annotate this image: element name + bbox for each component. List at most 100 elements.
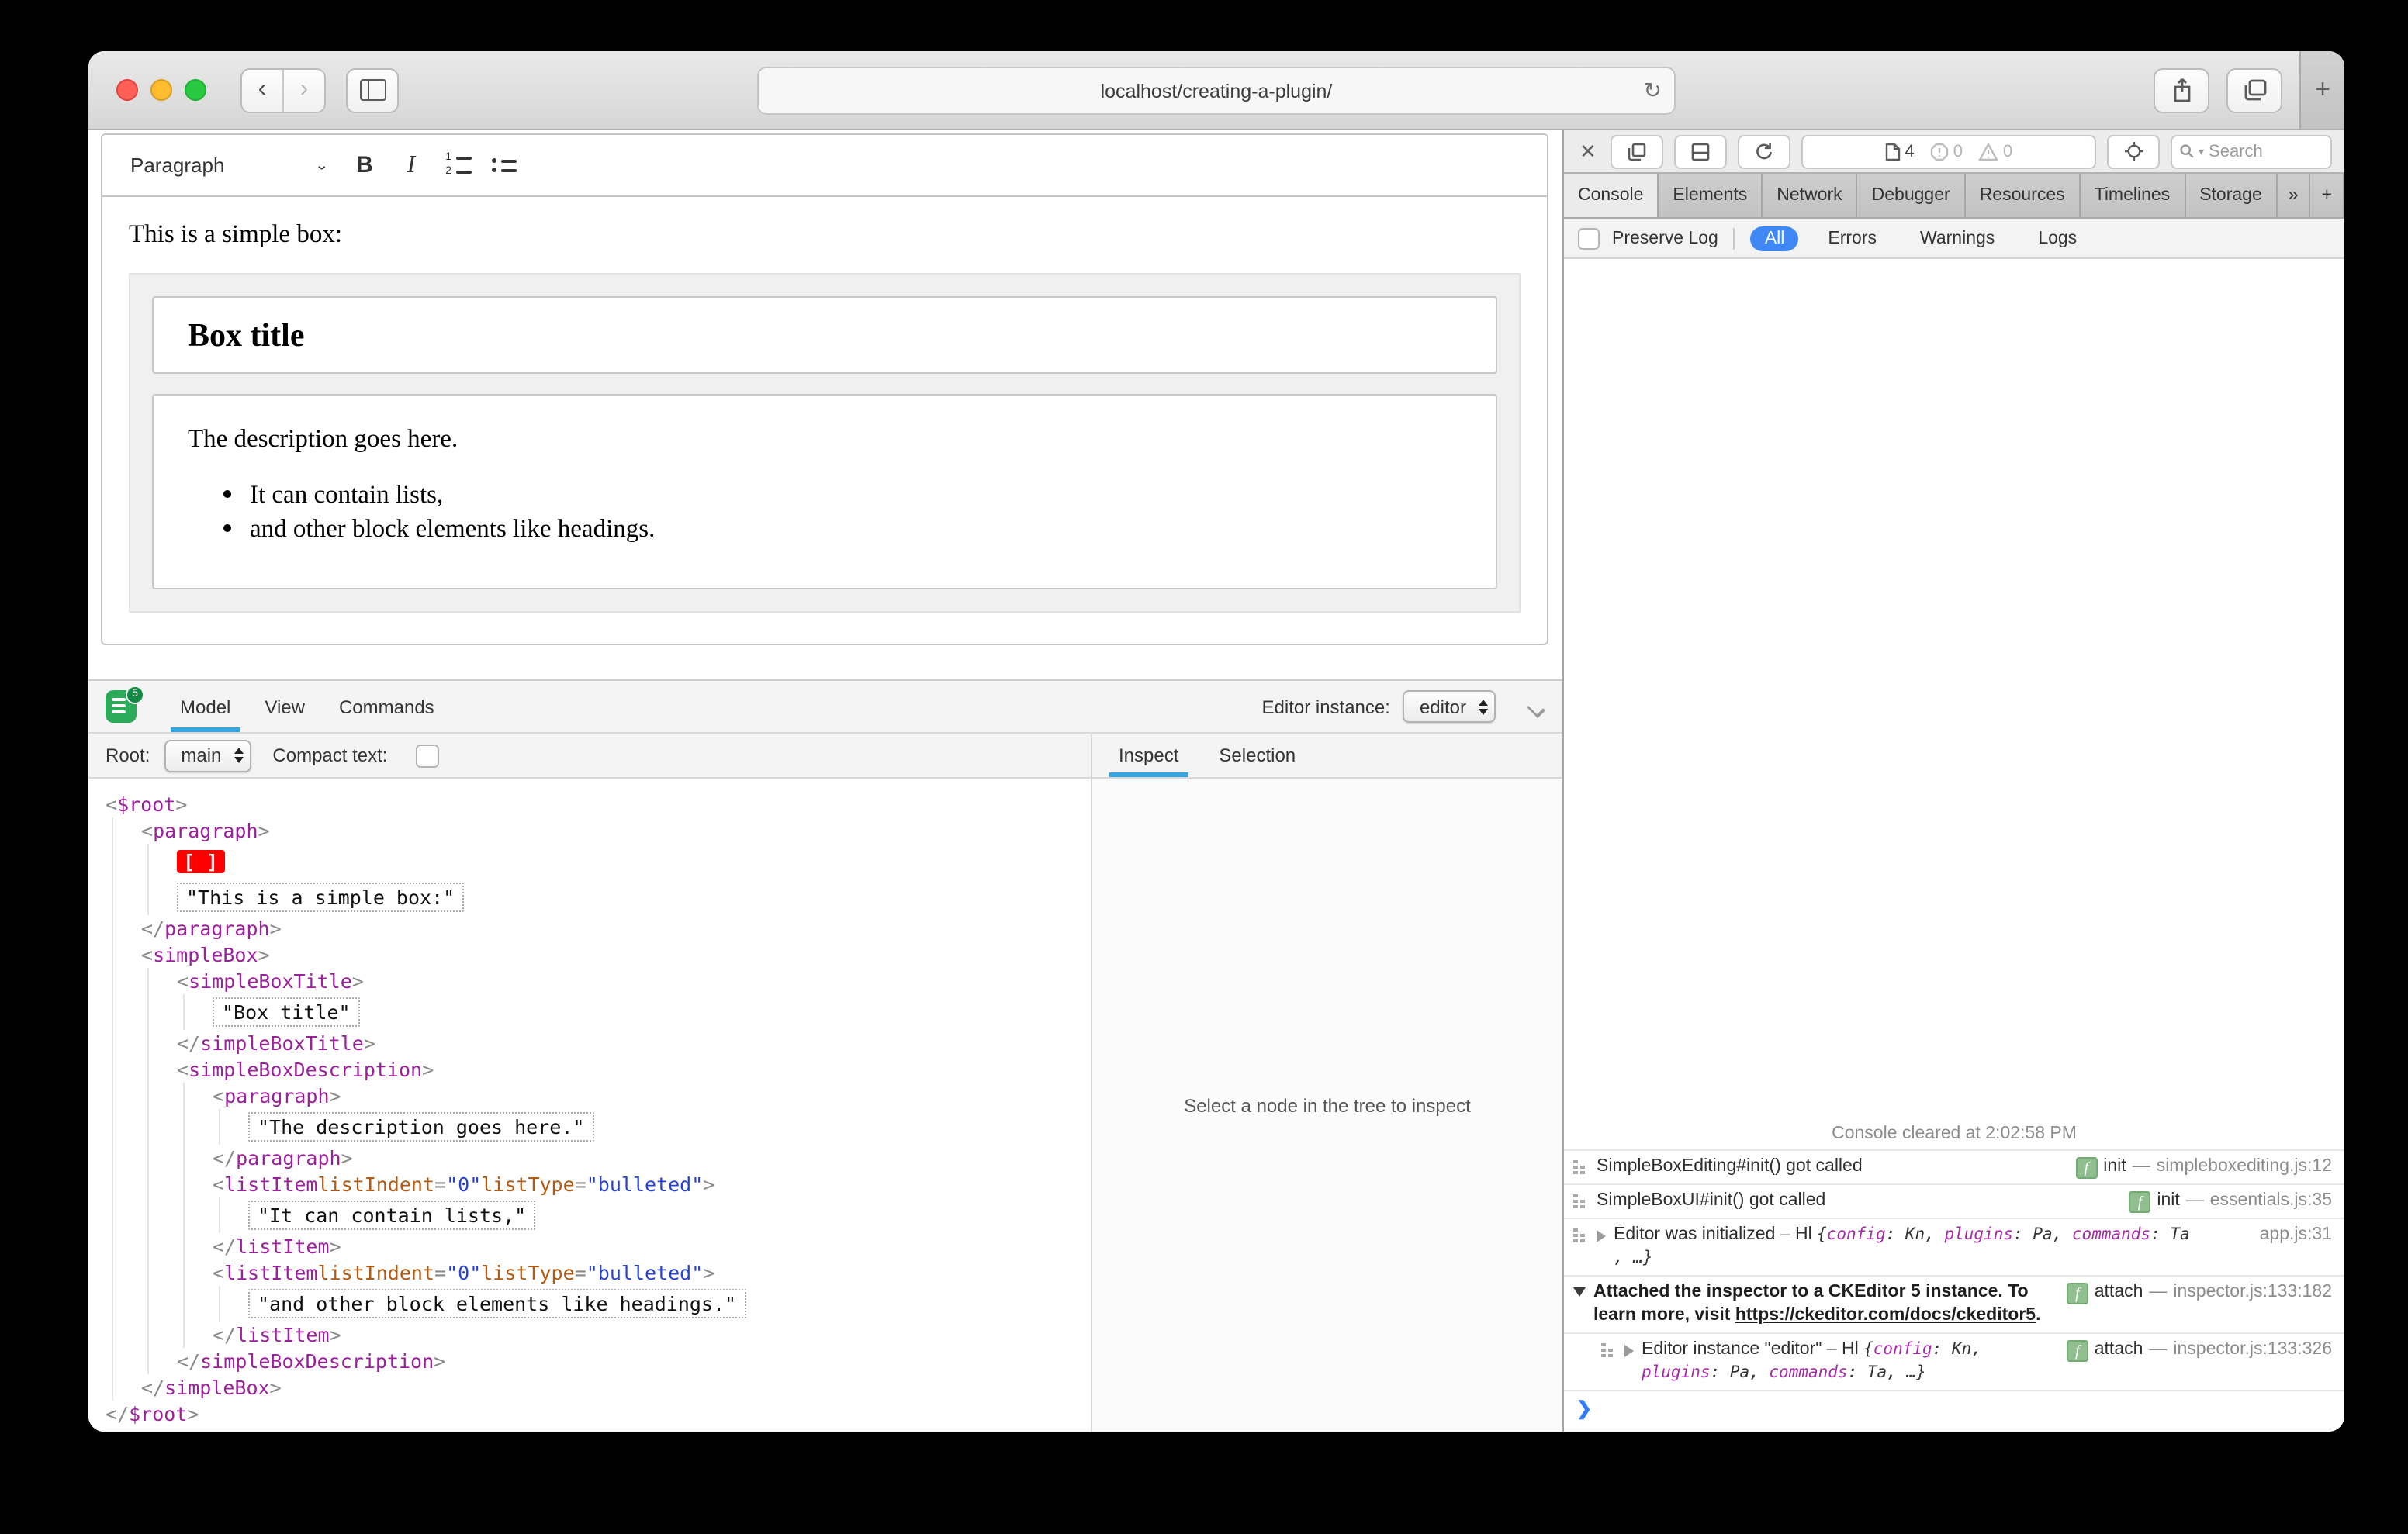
- tree-element-node[interactable]: < listItem listIndent = "0" listType = "bulle…: [106, 1259, 1091, 1286]
- reload-page-button[interactable]: [1737, 134, 1790, 168]
- console-scope-logs[interactable]: Logs: [2024, 226, 2091, 250]
- share-button[interactable]: [2154, 67, 2209, 112]
- paragraph-style-dropdown[interactable]: Paragraph ⌄: [118, 143, 341, 187]
- devtools-tab-timelines[interactable]: Timelines: [2081, 174, 2186, 217]
- console-prompt[interactable]: ❯: [1564, 1390, 2344, 1432]
- description-paragraph[interactable]: The description goes here.: [188, 423, 1462, 454]
- preserve-log-label: Preserve Log: [1612, 229, 1718, 247]
- devtools-tab-resources[interactable]: Resources: [1966, 174, 2081, 217]
- sidebar-toggle-button[interactable]: [346, 67, 399, 112]
- detach-devtools-button[interactable]: [1610, 134, 1663, 168]
- tree-element-node[interactable]: </paragraph >: [106, 1145, 1091, 1171]
- tree-element-node[interactable]: </$root >: [106, 1401, 1091, 1427]
- tree-element-node[interactable]: < $root >: [106, 791, 1091, 817]
- address-bar[interactable]: localhost/creating-a-plugin/ ↻: [757, 67, 1676, 115]
- tree-text-node[interactable]: "This is a simple box:": [106, 879, 1091, 915]
- console-scope-errors[interactable]: Errors: [1814, 226, 1891, 250]
- resource-status-group[interactable]: 4 0 0: [1801, 134, 2096, 168]
- list-item[interactable]: and other block elements like headings.: [250, 513, 1462, 544]
- tree-element-node[interactable]: </simpleBoxTitle >: [106, 1030, 1091, 1056]
- console-link[interactable]: https://ckeditor.com/docs/ckeditor5: [1735, 1306, 2036, 1325]
- console-log-row[interactable]: Attached the inspector to a CKEditor 5 i…: [1564, 1275, 2344, 1332]
- inspector-tab-inspect[interactable]: Inspect: [1109, 734, 1188, 777]
- inspector-tab-view[interactable]: View: [255, 681, 314, 732]
- tab-overview-button[interactable]: [2226, 67, 2282, 112]
- list-item[interactable]: It can contain lists,: [250, 479, 1462, 510]
- inspector-tab-model[interactable]: Model: [171, 681, 240, 732]
- source-location-link[interactable]: app.js:31: [2260, 1224, 2332, 1247]
- preserve-log-checkbox[interactable]: [1578, 227, 1600, 249]
- function-badge-icon: f: [2066, 1283, 2088, 1304]
- console-text: .: [2036, 1306, 2041, 1325]
- forward-button[interactable]: ›: [282, 69, 324, 111]
- close-window-button[interactable]: [116, 79, 138, 101]
- simple-box-title[interactable]: Box title: [152, 296, 1497, 374]
- compact-text-checkbox[interactable]: [415, 744, 439, 767]
- tree-element-node[interactable]: </paragraph >: [106, 915, 1091, 941]
- bulleted-list-button[interactable]: [481, 143, 528, 187]
- bold-button[interactable]: B: [341, 143, 388, 187]
- editor-content[interactable]: This is a simple box: Box title The desc…: [102, 197, 1547, 644]
- tree-text-node[interactable]: "It can contain lists,": [106, 1197, 1091, 1233]
- indent-guide: [112, 1171, 141, 1197]
- tree-element-node[interactable]: </simpleBoxDescription >: [106, 1348, 1091, 1374]
- intro-paragraph[interactable]: This is a simple box:: [129, 219, 1521, 250]
- root-select[interactable]: main: [164, 739, 251, 772]
- indent-guide: [112, 1233, 141, 1259]
- minimize-window-button[interactable]: [150, 79, 172, 101]
- devtools-tab-console[interactable]: Console: [1564, 174, 1659, 217]
- numbered-list-button[interactable]: 1 2: [434, 143, 481, 187]
- devtools-tab-network[interactable]: Network: [1763, 174, 1858, 217]
- source-location-link[interactable]: inspector.js:133:182: [2173, 1281, 2332, 1304]
- devtools-tab-elements[interactable]: Elements: [1659, 174, 1763, 217]
- disclosure-triangle-icon[interactable]: [1573, 1287, 1586, 1297]
- devtools-tab-storage[interactable]: Storage: [2185, 174, 2278, 217]
- reload-icon[interactable]: ↻: [1644, 78, 1662, 104]
- devtools-tab-debugger[interactable]: Debugger: [1858, 174, 1966, 217]
- zoom-window-button[interactable]: [185, 79, 206, 101]
- console-scope-all[interactable]: All: [1750, 226, 1799, 250]
- source-location-link[interactable]: essentials.js:35: [2210, 1190, 2332, 1213]
- tree-element-node[interactable]: </simpleBox >: [106, 1374, 1091, 1401]
- root-label: Root:: [106, 745, 150, 766]
- tree-element-node[interactable]: </listItem >: [106, 1233, 1091, 1259]
- disclosure-triangle-icon[interactable]: [1597, 1230, 1606, 1242]
- tree-element-node[interactable]: < simpleBoxDescription >: [106, 1056, 1091, 1083]
- source-location-link[interactable]: simpleboxediting.js:12: [2157, 1156, 2332, 1179]
- close-devtools-button[interactable]: ✕: [1576, 139, 1600, 164]
- add-tab-button[interactable]: +: [2311, 174, 2344, 217]
- disclosure-triangle-icon[interactable]: [1624, 1345, 1634, 1357]
- indent-guide: [183, 1197, 213, 1233]
- collapse-inspector-icon[interactable]: [1527, 697, 1545, 716]
- tree-element-node[interactable]: < paragraph >: [106, 817, 1091, 844]
- console-log-row[interactable]: SimpleBoxEditing#init() got called f init —…: [1564, 1149, 2344, 1183]
- simple-box-description[interactable]: The description goes here. It can contai…: [152, 394, 1497, 589]
- tree-token: >: [329, 1323, 341, 1346]
- console-log-row[interactable]: Editor was initialized – Hl {config: Kn,…: [1564, 1218, 2344, 1275]
- element-picker-button[interactable]: [2107, 134, 2160, 168]
- console-log-row[interactable]: SimpleBoxUI#init() got called f init — essen…: [1564, 1183, 2344, 1218]
- inspector-tab-selection[interactable]: Selection: [1209, 734, 1305, 777]
- tree-text-node[interactable]: "and other block elements like headings.…: [106, 1286, 1091, 1322]
- editor-instance-select[interactable]: editor: [1402, 690, 1496, 723]
- italic-button[interactable]: I: [388, 143, 434, 187]
- tree-element-node[interactable]: < simpleBoxTitle >: [106, 968, 1091, 994]
- tree-token: </: [177, 1349, 201, 1373]
- dock-bottom-button[interactable]: [1673, 134, 1727, 168]
- tree-element-node[interactable]: < listItem listIndent = "0" listType = "bulle…: [106, 1171, 1091, 1197]
- inspector-tab-commands[interactable]: Commands: [330, 681, 444, 732]
- back-button[interactable]: ‹: [242, 69, 282, 111]
- tree-text-node[interactable]: [ ]: [106, 844, 1091, 879]
- tree-element-node[interactable]: </listItem >: [106, 1322, 1091, 1348]
- tree-element-node[interactable]: < simpleBox >: [106, 941, 1091, 968]
- tree-text-node[interactable]: "Box title": [106, 994, 1091, 1030]
- new-tab-button[interactable]: +: [2299, 51, 2344, 129]
- tree-element-node[interactable]: < paragraph >: [106, 1083, 1091, 1109]
- console-log-row[interactable]: Editor instance "editor" – Hl {config: K…: [1564, 1332, 2344, 1390]
- tree-text-node[interactable]: "The description goes here.": [106, 1109, 1091, 1145]
- source-location-link[interactable]: inspector.js:133:326: [2173, 1339, 2332, 1362]
- devtools-search-field[interactable]: ▾ Search: [2171, 134, 2332, 168]
- console-scope-warnings[interactable]: Warnings: [1906, 226, 2008, 250]
- simple-box-widget[interactable]: Box title The description goes here. It …: [129, 273, 1521, 613]
- more-tabs-button[interactable]: »: [2278, 174, 2311, 217]
